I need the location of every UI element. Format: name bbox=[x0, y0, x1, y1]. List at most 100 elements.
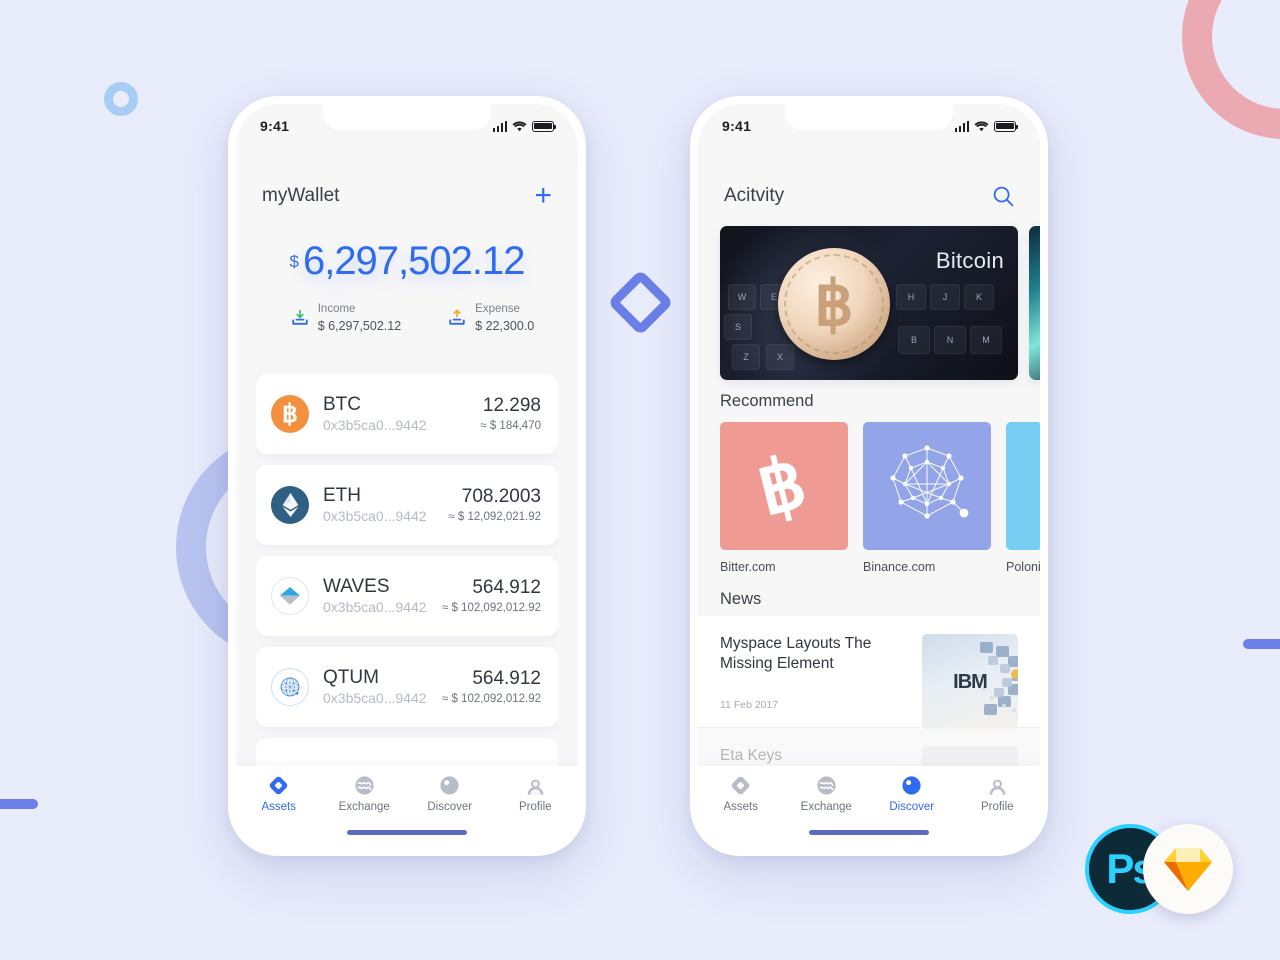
asset-row-waves[interactable]: WAVES 0x3b5ca0...9442 564.912 ≈ $ 102,09… bbox=[256, 556, 558, 636]
home-indicator[interactable] bbox=[347, 830, 467, 835]
section-title-recommend: Recommend bbox=[720, 392, 814, 410]
status-time: 9:41 bbox=[722, 118, 752, 134]
asset-meta: WAVES 0x3b5ca0...9442 bbox=[323, 575, 442, 616]
notch bbox=[323, 104, 491, 130]
asset-row-qtum[interactable]: QTUM 0x3b5ca0...9442 564.912 ≈ $ 102,092… bbox=[256, 647, 558, 727]
recommend-list[interactable]: ฿ Bitter.com Binance.com Poloni bbox=[720, 422, 1040, 582]
tab-discover[interactable]: Discover bbox=[869, 775, 955, 822]
phone-wallet: 9:41 myWallet + $ 6,297,502.12 Income $ … bbox=[228, 96, 586, 856]
home-indicator[interactable] bbox=[809, 830, 929, 835]
asset-address: 0x3b5ca0...9442 bbox=[323, 417, 427, 434]
tab-exchange[interactable]: Exchange bbox=[322, 775, 408, 822]
asset-values: 708.2003 ≈ $ 12,092,021.92 bbox=[448, 485, 541, 525]
decorative-diamond-icon bbox=[607, 269, 674, 336]
asset-meta: BTC 0x3b5ca0...9442 bbox=[323, 393, 480, 434]
recommend-item-poloniex[interactable]: Polonie bbox=[1006, 422, 1040, 582]
sketch-icon bbox=[1143, 824, 1233, 914]
tab-label: Assets bbox=[723, 801, 758, 813]
tab-bar: Assets Exchange Discover Profile bbox=[698, 766, 1040, 848]
tabs: Assets Exchange Discover Profile bbox=[698, 766, 1040, 822]
tab-label: Assets bbox=[261, 801, 296, 813]
asset-values: 12.298 ≈ $ 184,470 bbox=[480, 394, 541, 434]
income-item[interactable]: Income $ 6,297,502.12 bbox=[290, 302, 401, 334]
news-thumbnail bbox=[922, 746, 1018, 766]
asset-row-btc[interactable]: ฿ BTC 0x3b5ca0...9442 12.298 ≈ $ 184,470 bbox=[256, 374, 558, 454]
expense-item[interactable]: Expense $ 22,300.0 bbox=[447, 302, 534, 334]
expense-text: Expense $ 22,300.0 bbox=[475, 302, 534, 334]
ethereum-icon bbox=[271, 486, 309, 524]
svg-text:฿: ฿ bbox=[753, 450, 814, 522]
news-date: 11 Feb 2017 bbox=[720, 699, 779, 711]
balance-section: $ 6,297,502.12 Income $ 6,297,502.12 Exp… bbox=[236, 240, 578, 334]
balance-amount: 6,297,502.12 bbox=[302, 239, 526, 283]
person-icon bbox=[527, 779, 544, 795]
recommend-label: Polonie bbox=[1006, 560, 1040, 574]
tab-exchange[interactable]: Exchange bbox=[784, 775, 870, 822]
tab-assets[interactable]: Assets bbox=[698, 775, 784, 822]
qtum-icon bbox=[271, 668, 309, 706]
ibm-logo-icon: IBM bbox=[953, 670, 988, 693]
income-text: Income $ 6,297,502.12 bbox=[318, 302, 401, 334]
compass-icon bbox=[902, 776, 921, 795]
decorative-ring-pink bbox=[1182, 0, 1280, 139]
asset-symbol: WAVES bbox=[323, 576, 390, 598]
recommend-item-binance[interactable]: Binance.com bbox=[863, 422, 991, 582]
recommend-label: Bitter.com bbox=[720, 560, 776, 574]
banner-bitcoin[interactable]: W E S Z X H J K B N M ฿ Bitcoin bbox=[720, 226, 1018, 380]
asset-values: 564.912 ≈ $ 102,092,012.92 bbox=[442, 667, 541, 707]
recommend-item-bitter[interactable]: ฿ Bitter.com bbox=[720, 422, 848, 582]
asset-fiat: ≈ $ 102,092,012.92 bbox=[441, 601, 541, 614]
status-icons bbox=[492, 120, 557, 132]
asset-address: 0x3b5ca0...9442 bbox=[323, 599, 427, 616]
signal-icon bbox=[492, 120, 507, 132]
tab-bar: Assets Exchange Discover Profile bbox=[236, 766, 578, 848]
recommend-label: Binance.com bbox=[863, 560, 936, 574]
decorative-ring-small bbox=[104, 82, 138, 116]
news-item[interactable]: Eta Keys bbox=[698, 728, 1040, 766]
tab-label: Discover bbox=[427, 801, 473, 813]
add-wallet-button[interactable]: + bbox=[534, 181, 552, 211]
asset-row-eth[interactable]: ETH 0x3b5ca0...9442 708.2003 ≈ $ 12,092,… bbox=[256, 465, 558, 545]
banner-next[interactable] bbox=[1029, 226, 1040, 380]
person-icon bbox=[989, 779, 1006, 795]
decorative-bar-right bbox=[1243, 639, 1280, 649]
poloniex-icon bbox=[1006, 422, 1040, 550]
network-graph-icon bbox=[863, 422, 991, 550]
tab-assets[interactable]: Assets bbox=[236, 775, 322, 822]
asset-amount: 564.912 bbox=[472, 668, 541, 690]
bitcoin-coin-photo: ฿ bbox=[778, 248, 890, 360]
asset-amount: 564.912 bbox=[472, 577, 541, 599]
asset-meta: ETH 0x3b5ca0...9442 bbox=[323, 484, 448, 525]
app-badges: Ps bbox=[1085, 824, 1235, 916]
income-icon bbox=[292, 310, 308, 325]
tab-profile[interactable]: Profile bbox=[955, 775, 1041, 822]
status-time: 9:41 bbox=[260, 118, 290, 134]
tab-discover[interactable]: Discover bbox=[407, 775, 493, 822]
tab-label: Profile bbox=[518, 801, 552, 813]
search-icon[interactable] bbox=[992, 185, 1014, 207]
tab-label: Exchange bbox=[800, 801, 852, 813]
tab-profile[interactable]: Profile bbox=[493, 775, 579, 822]
diamond-icon bbox=[731, 776, 750, 795]
news-item[interactable]: Myspace Layouts The Missing Element 11 F… bbox=[698, 616, 1040, 730]
status-icons bbox=[954, 120, 1019, 132]
wallet-title-row: myWallet + bbox=[236, 178, 578, 214]
news-list[interactable]: Myspace Layouts The Missing Element 11 F… bbox=[698, 616, 1040, 766]
asset-address: 0x3b5ca0...9442 bbox=[323, 508, 427, 525]
phone-discover: 9:41 Acitvity W E S Z X H J K B N M ฿ Bi… bbox=[690, 96, 1048, 856]
wifi-icon bbox=[974, 121, 989, 131]
asset-meta: QTUM 0x3b5ca0...9442 bbox=[323, 666, 442, 707]
asset-amount: 708.2003 bbox=[461, 486, 541, 508]
page-title: Acitvity bbox=[724, 185, 785, 206]
exchange-icon bbox=[817, 776, 836, 795]
discover-screen: 9:41 Acitvity W E S Z X H J K B N M ฿ Bi… bbox=[698, 104, 1040, 848]
battery-icon bbox=[994, 120, 1019, 132]
wallet-screen: 9:41 myWallet + $ 6,297,502.12 Income $ … bbox=[236, 104, 578, 848]
banner-carousel[interactable]: W E S Z X H J K B N M ฿ Bitcoin bbox=[720, 226, 1040, 380]
asset-fiat: ≈ $ 12,092,021.92 bbox=[448, 510, 541, 523]
asset-address: 0x3b5ca0...9442 bbox=[323, 690, 427, 707]
compass-icon bbox=[440, 776, 459, 795]
waves-icon bbox=[271, 577, 309, 615]
income-label: Income bbox=[317, 303, 356, 315]
asset-amount: 12.298 bbox=[482, 395, 541, 417]
